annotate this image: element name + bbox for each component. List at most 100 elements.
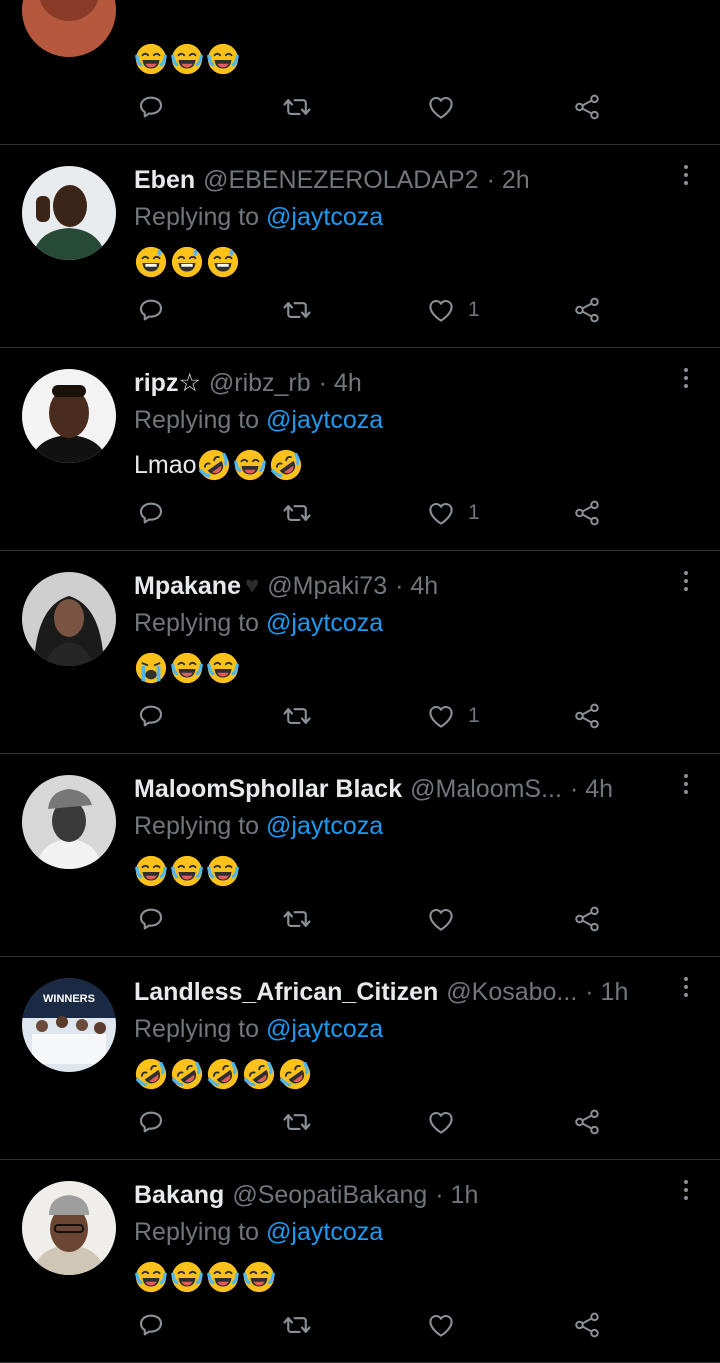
retweet-button[interactable] bbox=[282, 696, 312, 736]
avatar[interactable] bbox=[22, 572, 116, 666]
reply-icon bbox=[139, 96, 163, 118]
username-handle[interactable]: @Mpaki73 bbox=[267, 572, 387, 601]
tweet-header: Mpakane ♥ @Mpaki73 · 4h bbox=[134, 567, 662, 605]
mention-link[interactable]: @jaytcoza bbox=[266, 406, 383, 434]
username-handle[interactable]: @SeopatiBakang bbox=[232, 1181, 427, 1210]
more-icon[interactable] bbox=[682, 571, 690, 597]
tweet-text-content: Lmao bbox=[134, 450, 197, 479]
display-name[interactable]: MaloomSphollar Black bbox=[134, 775, 402, 804]
display-name[interactable]: ripz☆ bbox=[134, 368, 201, 398]
reply-button[interactable] bbox=[136, 290, 166, 330]
reply-icon bbox=[139, 1314, 163, 1336]
share-button[interactable] bbox=[572, 1102, 602, 1142]
reply-button[interactable] bbox=[136, 696, 166, 736]
joy-emoji-icon bbox=[134, 42, 168, 76]
tweet-2[interactable]: ripz☆ @ribz_rb · 4h Replying to @jaytcoz… bbox=[0, 348, 720, 551]
tweet-feed: Eben @EBENEZEROLADAP2 · 2h Replying to @… bbox=[0, 0, 720, 1363]
timestamp[interactable]: · 4h bbox=[570, 775, 613, 804]
share-icon bbox=[575, 94, 599, 120]
share-button[interactable] bbox=[572, 290, 602, 330]
mention-link[interactable]: @jaytcoza bbox=[266, 1015, 383, 1043]
share-button[interactable] bbox=[572, 87, 602, 127]
more-icon[interactable] bbox=[682, 774, 690, 800]
black-heart-icon: ♥ bbox=[244, 572, 260, 599]
reply-button[interactable] bbox=[136, 899, 166, 939]
tweet-6[interactable]: Bakang @SeopatiBakang · 1h Replying to @… bbox=[0, 1160, 720, 1363]
tweet-header: ripz☆ @ribz_rb · 4h bbox=[134, 364, 662, 402]
username-handle[interactable]: @Kosabo... bbox=[446, 978, 577, 1007]
username-handle[interactable]: @MaloomS... bbox=[410, 775, 562, 804]
avatar[interactable] bbox=[22, 775, 116, 869]
tweet-1[interactable]: Eben @EBENEZEROLADAP2 · 2h Replying to @… bbox=[0, 145, 720, 348]
replying-to-label: Replying to bbox=[134, 406, 260, 434]
more-icon[interactable] bbox=[682, 165, 690, 191]
tweet-3[interactable]: Mpakane ♥ @Mpaki73 · 4h Replying to @jay… bbox=[0, 551, 720, 754]
mention-link[interactable]: @jaytcoza bbox=[266, 609, 383, 637]
rofl-emoji-icon bbox=[278, 1057, 312, 1091]
avatar[interactable] bbox=[22, 1181, 116, 1275]
retweet-button[interactable] bbox=[282, 1305, 312, 1345]
tweet-actions: 1 bbox=[134, 290, 604, 330]
tweet-actions bbox=[134, 899, 604, 939]
mention-link[interactable]: @jaytcoza bbox=[266, 812, 383, 840]
reply-button[interactable] bbox=[136, 87, 166, 127]
joy-emoji-icon bbox=[170, 651, 204, 685]
reply-button[interactable] bbox=[136, 1102, 166, 1142]
like-count: 1 bbox=[468, 704, 480, 727]
avatar-image bbox=[22, 775, 116, 869]
tweet-0[interactable] bbox=[0, 0, 720, 145]
retweet-button[interactable] bbox=[282, 87, 312, 127]
mention-link[interactable]: @jaytcoza bbox=[266, 203, 383, 231]
avatar-image bbox=[22, 166, 116, 260]
joy-emoji-icon bbox=[233, 448, 267, 482]
sob-emoji-icon bbox=[134, 651, 168, 685]
more-icon[interactable] bbox=[682, 977, 690, 1003]
joy-emoji-icon bbox=[170, 42, 204, 76]
tweet-text: Lmao bbox=[134, 445, 305, 485]
timestamp[interactable]: · 1h bbox=[585, 978, 628, 1007]
like-button[interactable] bbox=[426, 87, 468, 127]
tweet-4[interactable]: MaloomSphollar Black @MaloomS... · 4h Re… bbox=[0, 754, 720, 957]
username-handle[interactable]: @ribz_rb bbox=[209, 369, 311, 398]
retweet-button[interactable] bbox=[282, 899, 312, 939]
reply-button[interactable] bbox=[136, 1305, 166, 1345]
share-button[interactable] bbox=[572, 493, 602, 533]
share-button[interactable] bbox=[572, 899, 602, 939]
replying-to-label: Replying to bbox=[134, 203, 260, 231]
more-icon[interactable] bbox=[682, 368, 690, 394]
retweet-button[interactable] bbox=[282, 493, 312, 533]
mention-link[interactable]: @jaytcoza bbox=[266, 1218, 383, 1246]
replying-to-label: Replying to bbox=[134, 812, 260, 840]
timestamp[interactable]: · 4h bbox=[395, 572, 438, 601]
avatar[interactable]: WINNERS bbox=[22, 978, 116, 1072]
like-button[interactable] bbox=[426, 1305, 468, 1345]
like-button[interactable]: 1 bbox=[426, 696, 480, 736]
username-handle[interactable]: @EBENEZEROLADAP2 bbox=[203, 166, 478, 195]
like-button[interactable]: 1 bbox=[426, 290, 480, 330]
display-name[interactable]: Mpakane bbox=[134, 572, 241, 601]
tweet-5[interactable]: WINNERS Landless_African_Citizen @Kosabo… bbox=[0, 957, 720, 1160]
display-name[interactable]: Bakang bbox=[134, 1181, 224, 1210]
reply-button[interactable] bbox=[136, 493, 166, 533]
joy-emoji-icon bbox=[170, 1260, 204, 1294]
avatar-caption: WINNERS bbox=[43, 993, 95, 1005]
like-button[interactable]: 1 bbox=[426, 493, 480, 533]
avatar[interactable] bbox=[22, 0, 116, 57]
retweet-button[interactable] bbox=[282, 1102, 312, 1142]
retweet-button[interactable] bbox=[282, 290, 312, 330]
share-icon bbox=[575, 297, 599, 323]
avatar[interactable] bbox=[22, 166, 116, 260]
share-button[interactable] bbox=[572, 1305, 602, 1345]
timestamp[interactable]: · 4h bbox=[319, 369, 362, 398]
more-icon[interactable] bbox=[682, 1180, 690, 1206]
like-button[interactable] bbox=[426, 899, 468, 939]
share-button[interactable] bbox=[572, 696, 602, 736]
avatar[interactable] bbox=[22, 369, 116, 463]
display-name[interactable]: Eben bbox=[134, 166, 195, 195]
tweet-actions: 1 bbox=[134, 696, 604, 736]
like-button[interactable] bbox=[426, 1102, 468, 1142]
display-name[interactable]: Landless_African_Citizen bbox=[134, 978, 438, 1007]
timestamp[interactable]: · 1h bbox=[435, 1181, 478, 1210]
tweet-text bbox=[134, 242, 242, 282]
timestamp[interactable]: · 2h bbox=[487, 166, 530, 195]
